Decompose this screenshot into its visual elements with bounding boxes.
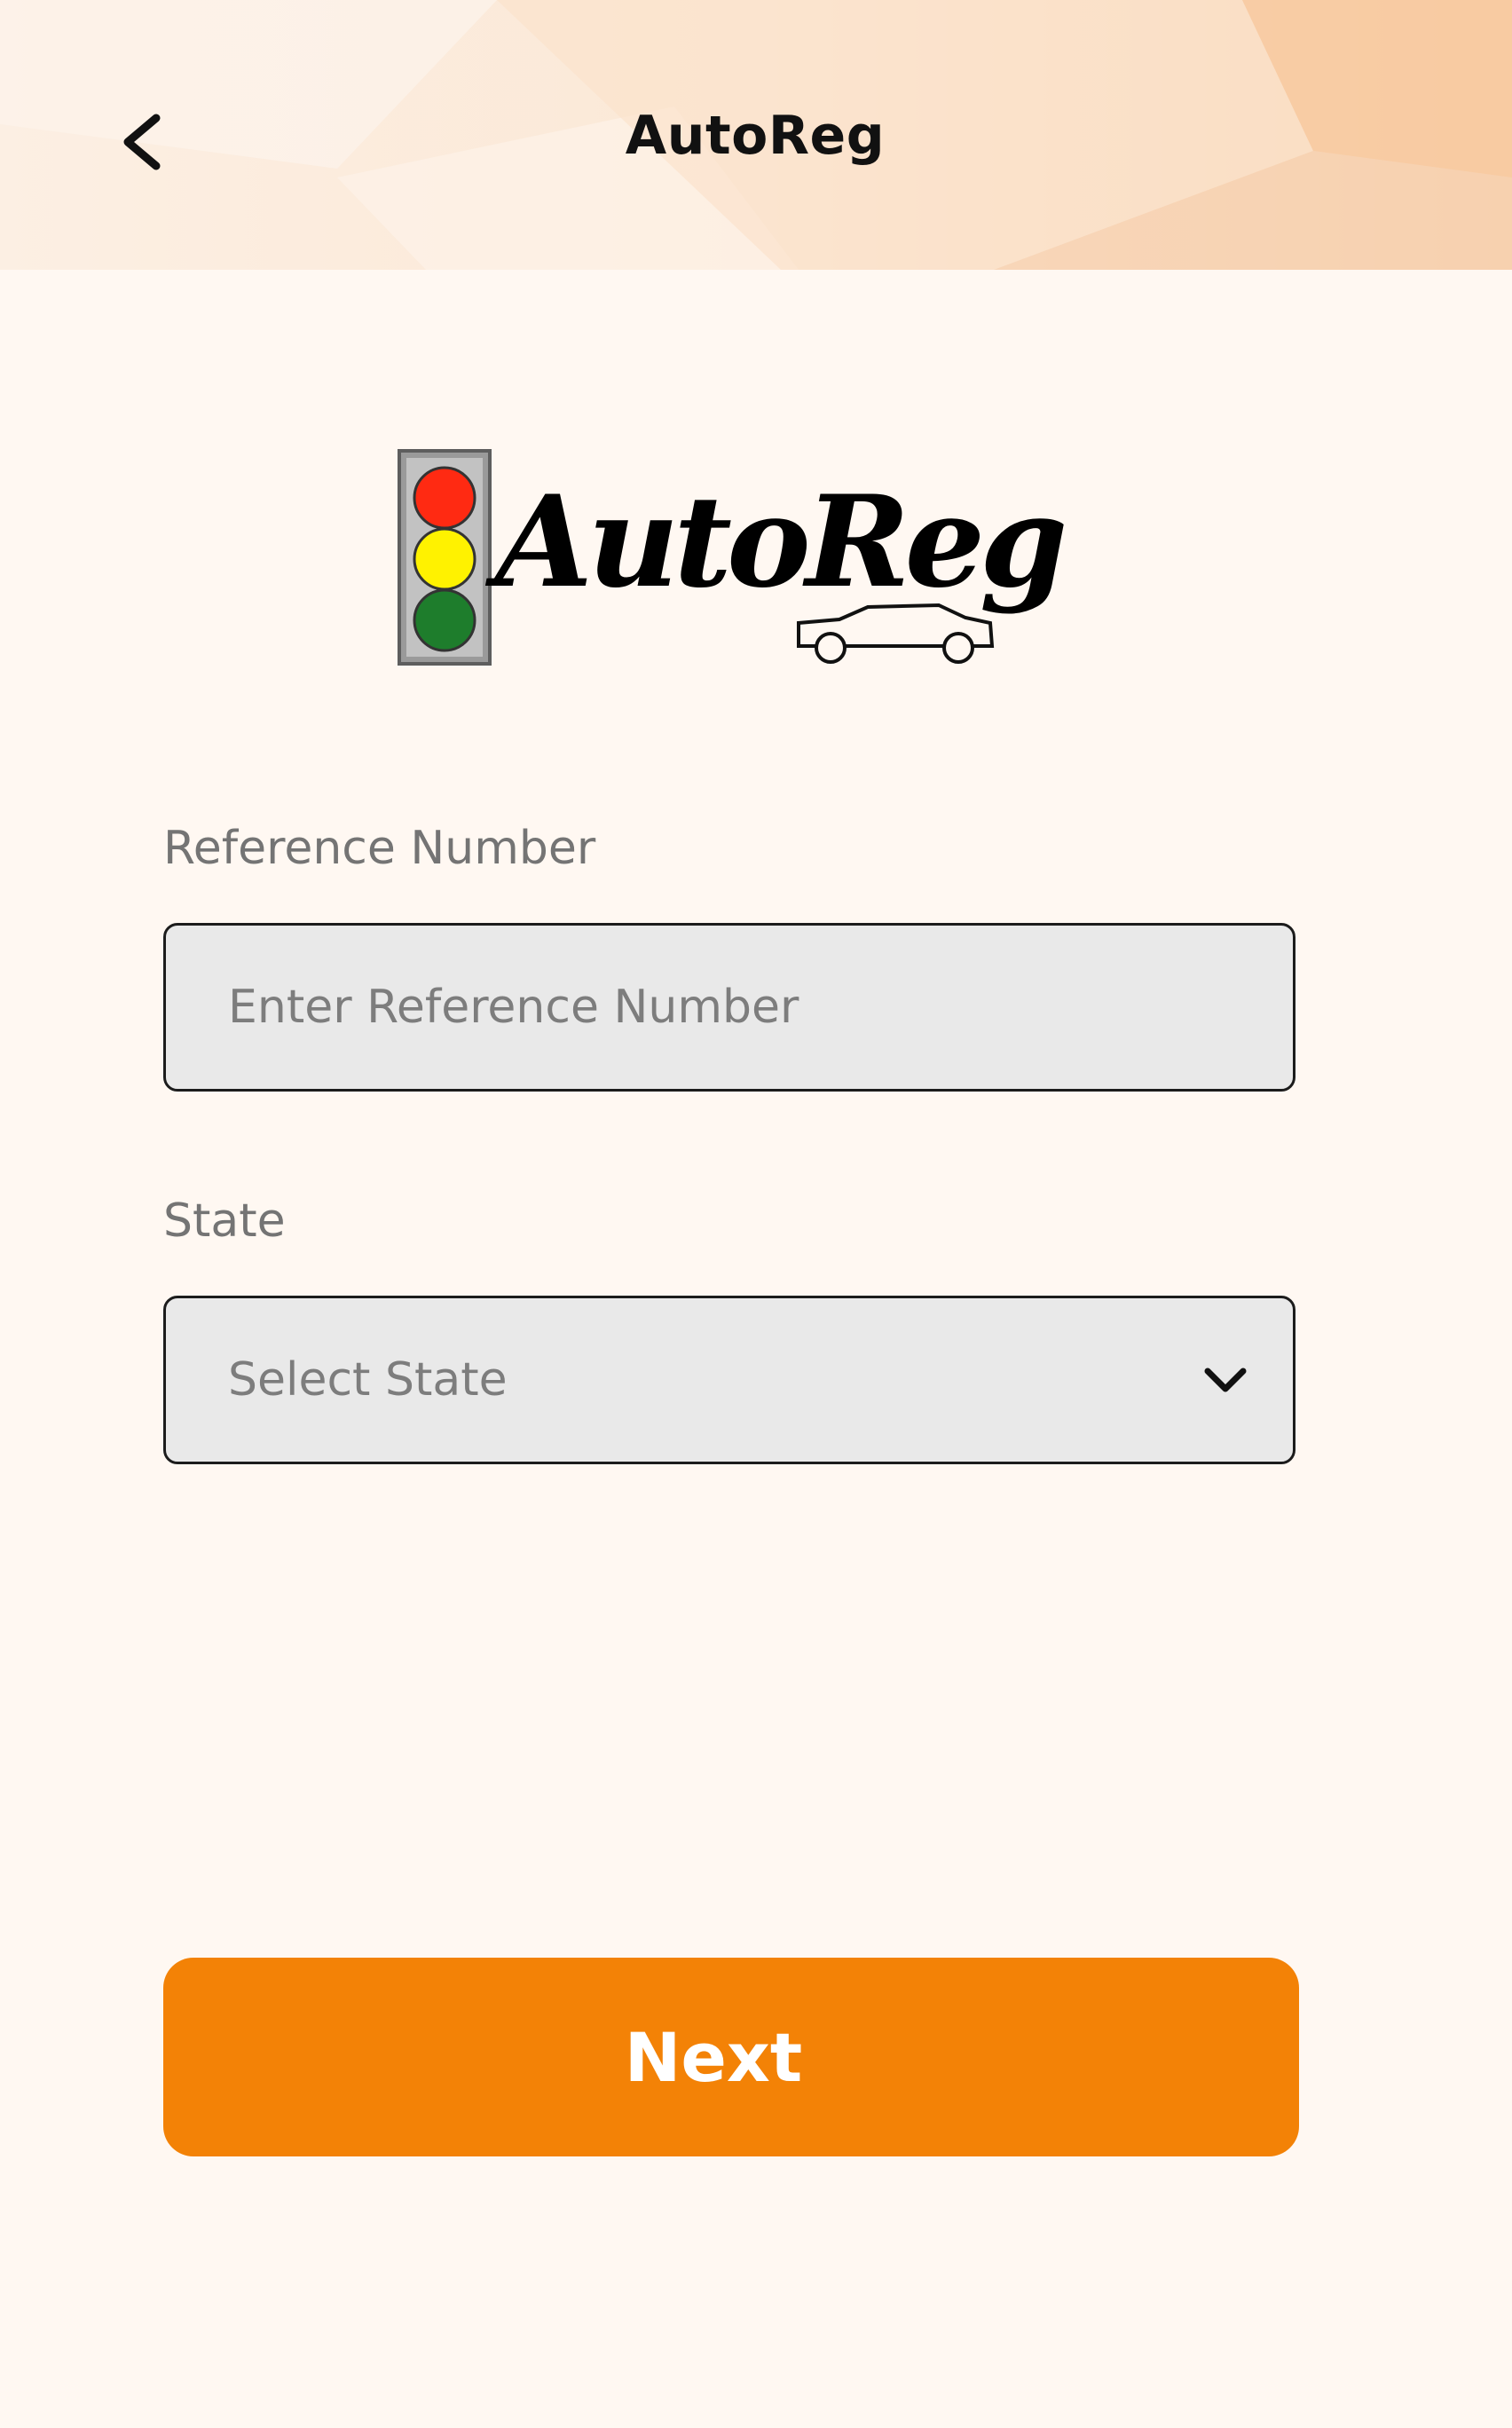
logo-text: AutoReg bbox=[495, 469, 1067, 616]
reference-number-field[interactable] bbox=[163, 923, 1295, 1092]
app-header: AutoReg bbox=[0, 0, 1512, 270]
autoreg-logo: AutoReg bbox=[398, 449, 1067, 671]
reference-number-input[interactable] bbox=[166, 926, 1293, 1089]
state-label: State bbox=[163, 1194, 286, 1248]
chevron-down-icon bbox=[1204, 1368, 1247, 1392]
state-select[interactable]: Select State bbox=[163, 1296, 1295, 1464]
next-button-label: Next bbox=[624, 2017, 803, 2097]
next-button[interactable]: Next bbox=[163, 1958, 1299, 2156]
state-select-value: Select State bbox=[228, 1353, 508, 1407]
page-title: AutoReg bbox=[625, 105, 886, 167]
reference-number-label: Reference Number bbox=[163, 822, 596, 875]
